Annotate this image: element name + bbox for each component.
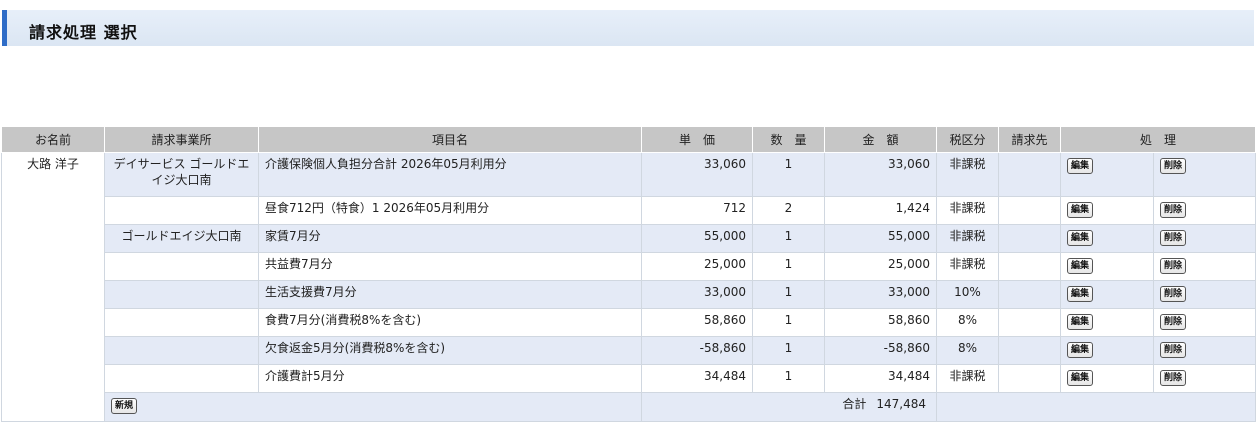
header-dest: 請求先: [998, 126, 1061, 153]
delete-button[interactable]: 削除: [1160, 258, 1187, 274]
resident-name: 大路 洋子: [1, 152, 105, 422]
item-cell: 介護費計5月分: [258, 364, 642, 393]
office-cell: [104, 308, 259, 337]
dest-cell: [998, 364, 1061, 393]
price-cell: 25,000: [641, 252, 753, 281]
table-row: 欠食返金5月分(消費税8%を含む) -58,860 1 -58,860 8% 編…: [2, 336, 1257, 365]
qty-cell: 1: [752, 280, 825, 309]
amount-cell: 25,000: [824, 252, 937, 281]
delete-button[interactable]: 削除: [1160, 158, 1187, 174]
tax-cell: 非課税: [936, 252, 999, 281]
qty-cell: 1: [752, 308, 825, 337]
new-button[interactable]: 新規: [111, 398, 138, 414]
tax-cell: 8%: [936, 336, 999, 365]
amount-cell: 34,484: [824, 364, 937, 393]
item-cell: 家賃7月分: [258, 224, 642, 253]
total-label: 合計: [842, 397, 867, 411]
edit-button[interactable]: 編集: [1067, 230, 1094, 246]
amount-cell: 33,000: [824, 280, 937, 309]
qty-cell: 1: [752, 152, 825, 197]
table-row: 食費7月分(消費税8%を含む) 58,860 1 58,860 8% 編集 削除: [2, 308, 1257, 337]
qty-cell: 1: [752, 364, 825, 393]
tax-cell: 非課税: [936, 364, 999, 393]
item-cell: 生活支援費7月分: [258, 280, 642, 309]
table-row: 大路 洋子 デイサービス ゴールドエイジ大口南 介護保険個人負担分合計 2026…: [1, 152, 1257, 422]
table-row: 共益費7月分 25,000 1 25,000 非課税 編集 削除: [2, 252, 1257, 281]
page-title: 請求処理 選択: [29, 23, 138, 42]
tax-cell: 非課税: [936, 196, 999, 225]
delete-button[interactable]: 削除: [1160, 314, 1187, 330]
office-cell: [104, 196, 259, 225]
edit-button[interactable]: 編集: [1067, 314, 1094, 330]
office-cell: [104, 336, 259, 365]
amount-cell: 55,000: [824, 224, 937, 253]
header-office: 請求事業所: [104, 126, 259, 153]
total-value: 147,484: [876, 397, 926, 411]
billing-table: お名前 請求事業所 項目名 単 価 数 量 金 額 税区分 請求先 処 理 大路…: [1, 126, 1257, 422]
item-cell: 欠食返金5月分(消費税8%を含む): [258, 336, 642, 365]
header-tax: 税区分: [936, 126, 999, 153]
header-qty: 数 量: [752, 126, 825, 153]
edit-button[interactable]: 編集: [1067, 258, 1094, 274]
table-row: 介護費計5月分 34,484 1 34,484 非課税 編集 削除: [2, 364, 1257, 393]
amount-cell: 58,860: [824, 308, 937, 337]
amount-cell: 1,424: [824, 196, 937, 225]
delete-button[interactable]: 削除: [1160, 202, 1187, 218]
amount-cell: 33,060: [824, 152, 937, 197]
qty-cell: 1: [752, 224, 825, 253]
tax-cell: 非課税: [936, 152, 999, 197]
edit-button[interactable]: 編集: [1067, 158, 1094, 174]
delete-button[interactable]: 削除: [1160, 342, 1187, 358]
tax-cell: 8%: [936, 308, 999, 337]
item-cell: 食費7月分(消費税8%を含む): [258, 308, 642, 337]
dest-cell: [998, 336, 1061, 365]
item-cell: 共益費7月分: [258, 252, 642, 281]
dest-cell: [998, 252, 1061, 281]
edit-button[interactable]: 編集: [1067, 286, 1094, 302]
total-cell: 合計 147,484: [641, 392, 937, 422]
item-cell: 介護保険個人負担分合計 2026年05月利用分: [258, 152, 642, 197]
qty-cell: 2: [752, 196, 825, 225]
office-cell: [104, 364, 259, 393]
office-cell: デイサービス ゴールドエイジ大口南: [104, 152, 259, 197]
price-cell: 33,000: [641, 280, 753, 309]
qty-cell: 1: [752, 252, 825, 281]
tax-cell: 10%: [936, 280, 999, 309]
edit-button[interactable]: 編集: [1067, 342, 1094, 358]
page-header: 請求処理 選択: [2, 10, 1254, 46]
edit-button[interactable]: 編集: [1067, 202, 1094, 218]
office-cell: [104, 252, 259, 281]
price-cell: 55,000: [641, 224, 753, 253]
office-cell: ゴールドエイジ大口南: [104, 224, 259, 253]
table-row: 生活支援費7月分 33,000 1 33,000 10% 編集 削除: [2, 280, 1257, 309]
header-name: お名前: [1, 126, 105, 153]
dest-cell: [998, 152, 1061, 197]
price-cell: 33,060: [641, 152, 753, 197]
delete-button[interactable]: 削除: [1160, 370, 1187, 386]
price-cell: 712: [641, 196, 753, 225]
delete-button[interactable]: 削除: [1160, 286, 1187, 302]
edit-button[interactable]: 編集: [1067, 370, 1094, 386]
item-cell: 昼食712円（特食）1 2026年05月利用分: [258, 196, 642, 225]
price-cell: -58,860: [641, 336, 753, 365]
price-cell: 58,860: [641, 308, 753, 337]
dest-cell: [998, 224, 1061, 253]
table-header-row: お名前 請求事業所 項目名 単 価 数 量 金 額 税区分 請求先 処 理: [1, 126, 1257, 153]
qty-cell: 1: [752, 336, 825, 365]
amount-cell: -58,860: [824, 336, 937, 365]
header-price: 単 価: [641, 126, 753, 153]
price-cell: 34,484: [641, 364, 753, 393]
table-row: 昼食712円（特食）1 2026年05月利用分 712 2 1,424 非課税 …: [2, 196, 1257, 225]
dest-cell: [998, 280, 1061, 309]
header-action: 処 理: [1059, 126, 1257, 153]
table-row: ゴールドエイジ大口南 家賃7月分 55,000 1 55,000 非課税 編集 …: [2, 224, 1257, 253]
office-cell: [104, 280, 259, 309]
delete-button[interactable]: 削除: [1160, 230, 1187, 246]
tax-cell: 非課税: [936, 224, 999, 253]
header-item: 項目名: [258, 126, 642, 153]
table-footer-row: 新規 合計 147,484: [2, 392, 1257, 422]
dest-cell: [998, 308, 1061, 337]
dest-cell: [998, 196, 1061, 225]
header-amount: 金 額: [824, 126, 937, 153]
